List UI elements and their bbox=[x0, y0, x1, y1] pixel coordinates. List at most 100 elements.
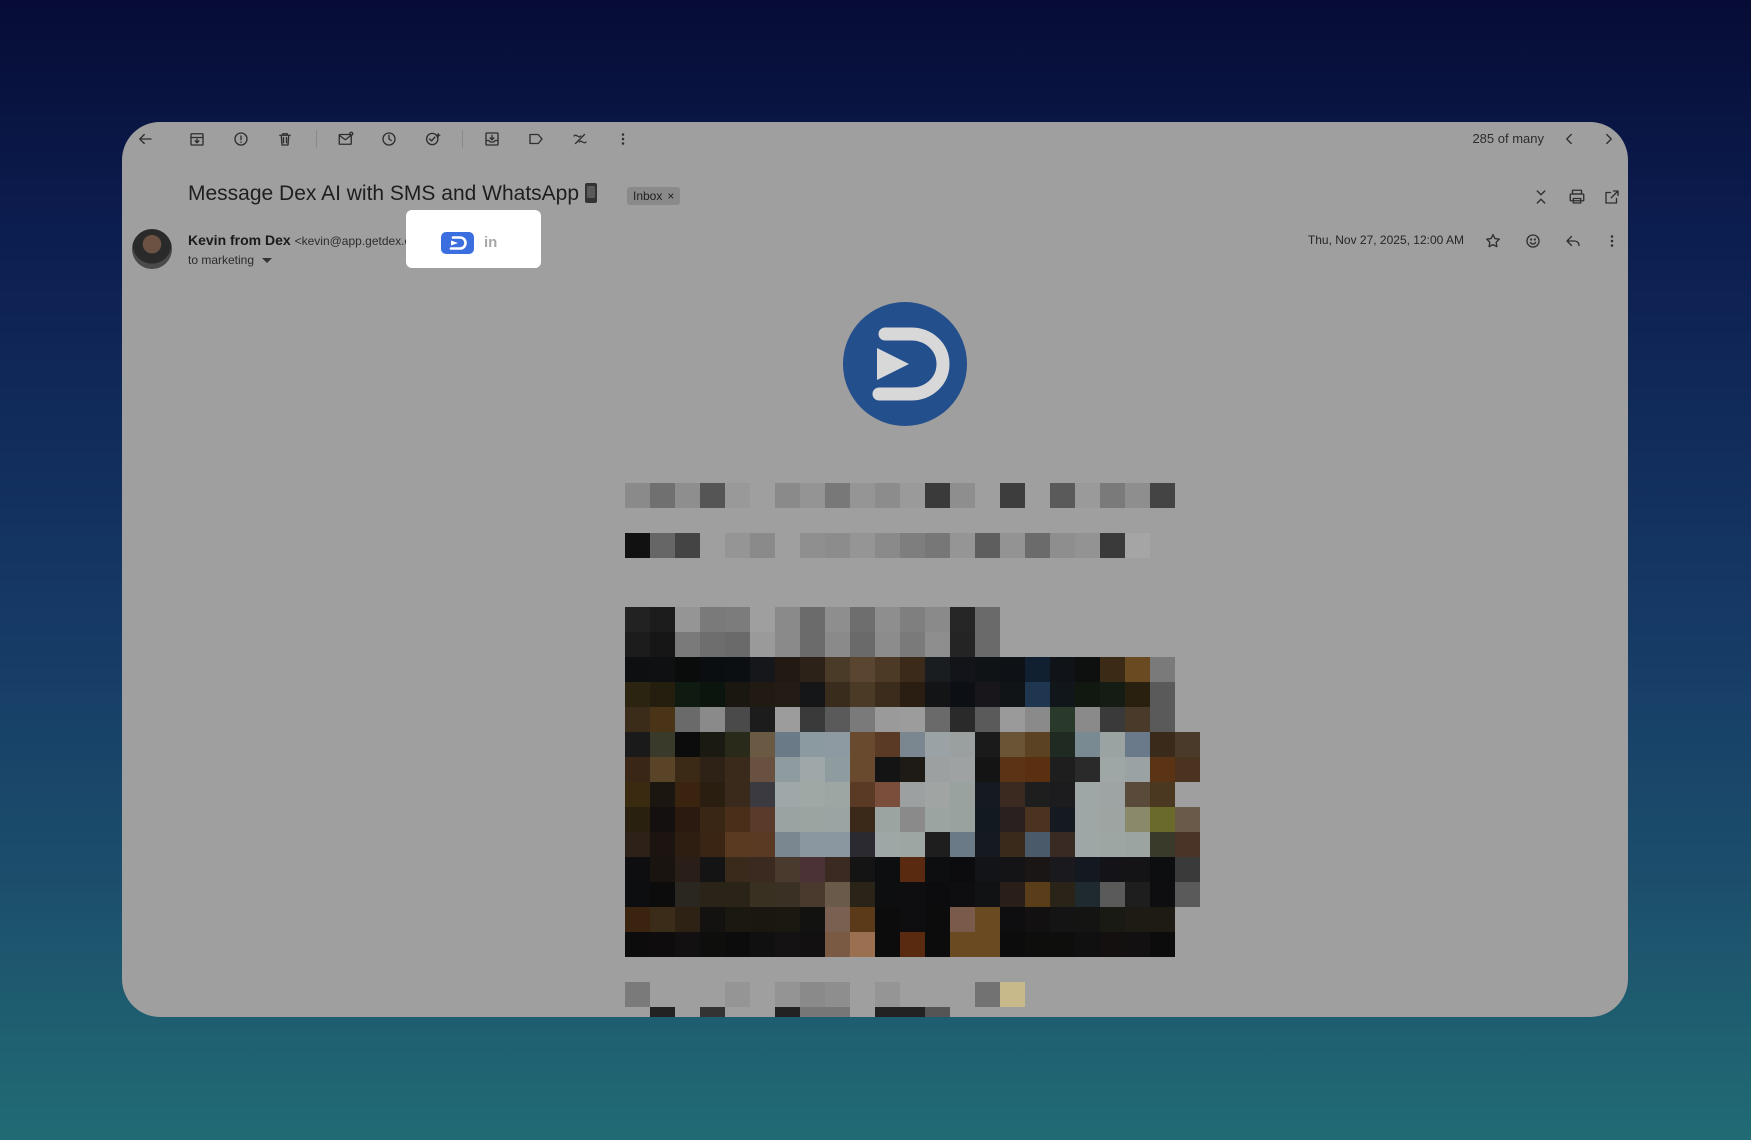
photo-pixel bbox=[725, 682, 750, 707]
photo-pixel bbox=[825, 657, 850, 682]
move-to-icon[interactable] bbox=[481, 128, 503, 150]
photo-pixel bbox=[1050, 882, 1075, 907]
photo-pixel bbox=[825, 907, 850, 932]
photo-pixel bbox=[725, 832, 750, 857]
inbox-label-chip[interactable]: Inbox × bbox=[627, 187, 681, 205]
open-new-window-icon[interactable] bbox=[1601, 186, 1623, 208]
more-icon[interactable] bbox=[612, 128, 634, 150]
photo-pixel bbox=[775, 857, 800, 882]
photo-pixel bbox=[850, 932, 875, 957]
photo-pixel bbox=[800, 857, 825, 882]
photo-pixel bbox=[625, 882, 650, 907]
photo-pixel bbox=[775, 632, 800, 657]
photo-pixel bbox=[825, 807, 850, 832]
photo-pixel bbox=[875, 632, 900, 657]
photo-pixel bbox=[1150, 882, 1175, 907]
photo-pixel bbox=[725, 782, 750, 807]
photo-pixel bbox=[1100, 657, 1125, 682]
photo-pixel bbox=[1125, 707, 1150, 732]
photo-pixel bbox=[1000, 707, 1025, 732]
photo-pixel bbox=[650, 682, 675, 707]
photo-pixel bbox=[1100, 757, 1125, 782]
emoji-reaction-icon[interactable] bbox=[1522, 230, 1544, 252]
filter-icon[interactable] bbox=[569, 128, 591, 150]
linkedin-icon[interactable]: in bbox=[484, 234, 497, 251]
chevron-down-icon[interactable] bbox=[262, 257, 273, 263]
photo-pixel bbox=[700, 732, 725, 757]
delete-icon[interactable] bbox=[274, 128, 296, 150]
photo-pixel bbox=[925, 682, 950, 707]
sender-name[interactable]: Kevin from Dex bbox=[188, 232, 291, 248]
photo-pixel bbox=[1025, 882, 1050, 907]
photo-pixel bbox=[750, 932, 775, 957]
older-icon[interactable] bbox=[1598, 128, 1620, 150]
toolbar-divider bbox=[316, 130, 317, 148]
snooze-icon[interactable] bbox=[378, 128, 400, 150]
reply-icon[interactable] bbox=[1562, 230, 1584, 252]
photo-pixel bbox=[1125, 857, 1150, 882]
photo-pixel bbox=[1175, 907, 1200, 932]
photo-pixel bbox=[925, 807, 950, 832]
photo-pixel bbox=[775, 757, 800, 782]
collapse-all-icon[interactable] bbox=[1530, 186, 1552, 208]
add-task-icon[interactable] bbox=[422, 128, 444, 150]
star-icon[interactable] bbox=[1482, 230, 1504, 252]
photo-pixel bbox=[975, 632, 1000, 657]
photo-pixel bbox=[825, 632, 850, 657]
photo-pixel bbox=[1050, 782, 1075, 807]
photo-pixel bbox=[1175, 732, 1200, 757]
more-options-icon[interactable] bbox=[1601, 230, 1623, 252]
report-spam-icon[interactable] bbox=[230, 128, 252, 150]
photo-pixel bbox=[750, 882, 775, 907]
photo-pixel bbox=[700, 932, 725, 957]
photo-pixel bbox=[900, 907, 925, 932]
photo-pixel bbox=[1125, 657, 1150, 682]
photo-pixel bbox=[1175, 682, 1200, 707]
photo-pixel bbox=[700, 832, 725, 857]
photo-pixel bbox=[950, 932, 975, 957]
inbox-label-text: Inbox bbox=[633, 189, 663, 203]
photo-pixel bbox=[675, 757, 700, 782]
mark-unread-icon[interactable] bbox=[335, 128, 357, 150]
photo-pixel bbox=[625, 932, 650, 957]
label-icon[interactable] bbox=[525, 128, 547, 150]
photo-pixel bbox=[1100, 882, 1125, 907]
photo-pixel bbox=[1100, 632, 1125, 657]
avatar[interactable] bbox=[132, 229, 172, 269]
photo-pixel bbox=[675, 882, 700, 907]
photo-pixel bbox=[700, 757, 725, 782]
photo-pixel bbox=[1050, 932, 1075, 957]
photo-pixel bbox=[750, 682, 775, 707]
photo-pixel bbox=[700, 882, 725, 907]
photo-pixel bbox=[675, 782, 700, 807]
print-icon[interactable] bbox=[1566, 186, 1588, 208]
remove-label-icon[interactable]: × bbox=[667, 189, 674, 203]
newer-icon[interactable] bbox=[1558, 128, 1580, 150]
back-arrow-icon[interactable] bbox=[134, 128, 156, 150]
photo-pixel bbox=[1150, 757, 1175, 782]
photo-pixel bbox=[1050, 857, 1075, 882]
photo-pixel bbox=[700, 807, 725, 832]
recipient-text: to marketing bbox=[188, 253, 255, 267]
photo-pixel bbox=[675, 857, 700, 882]
photo-pixel bbox=[825, 857, 850, 882]
photo-pixel bbox=[975, 732, 1000, 757]
dex-logo-icon[interactable] bbox=[441, 232, 474, 254]
recipient-line[interactable]: to marketing bbox=[188, 253, 273, 267]
photo-pixel bbox=[975, 657, 1000, 682]
photo-pixel bbox=[675, 707, 700, 732]
photo-pixel bbox=[1100, 832, 1125, 857]
photo-pixel bbox=[1100, 907, 1125, 932]
photo-pixel bbox=[1125, 782, 1150, 807]
archive-icon[interactable] bbox=[186, 128, 208, 150]
photo-pixel bbox=[850, 907, 875, 932]
photo-pixel bbox=[975, 907, 1000, 932]
photo-pixel bbox=[900, 782, 925, 807]
photo-pixel bbox=[1075, 832, 1100, 857]
photo-pixel bbox=[900, 857, 925, 882]
photo-pixel bbox=[925, 732, 950, 757]
photo-pixel bbox=[1000, 632, 1025, 657]
photo-pixel bbox=[925, 782, 950, 807]
photo-pixel bbox=[950, 882, 975, 907]
photo-pixel bbox=[1050, 807, 1075, 832]
